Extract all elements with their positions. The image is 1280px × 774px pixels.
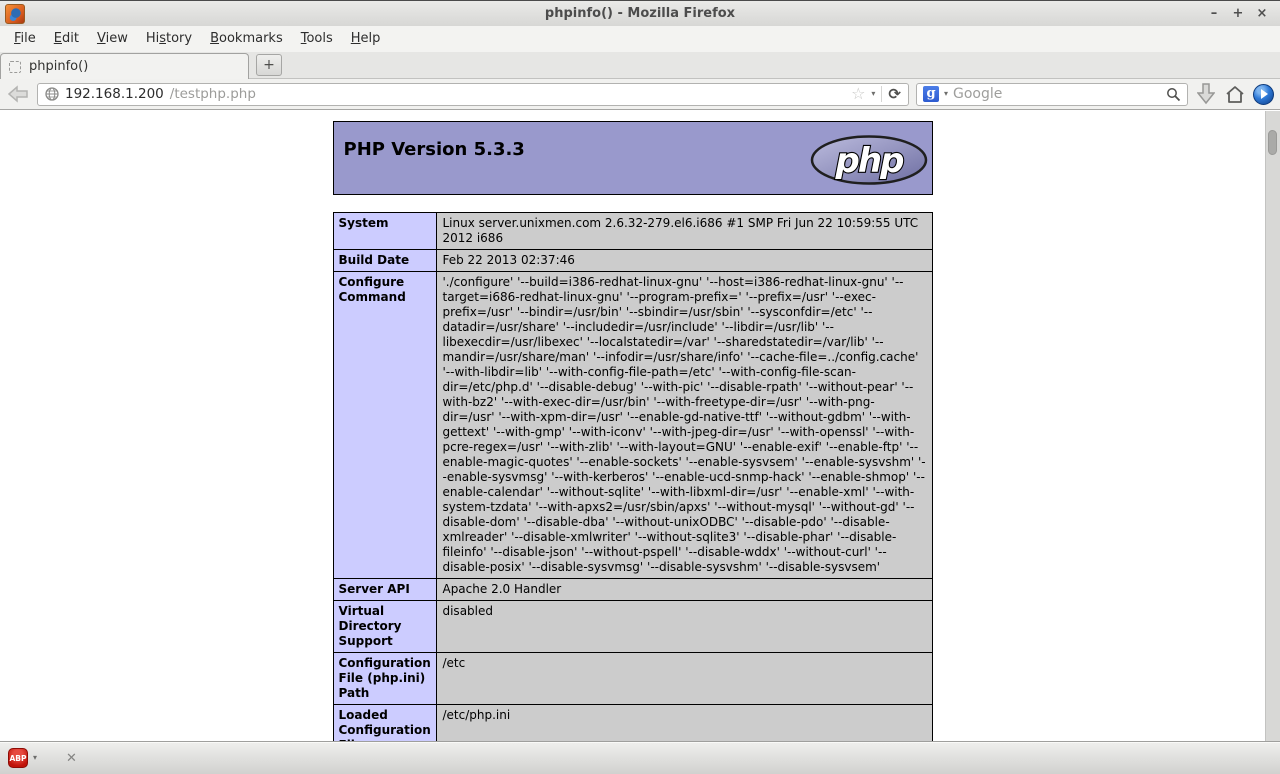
php-logo-text: php [834, 141, 904, 181]
table-row: Server APIApache 2.0 Handler [333, 579, 932, 601]
vertical-scrollbar[interactable] [1265, 111, 1280, 741]
menu-item-bookmarks[interactable]: Bookmarks [201, 26, 292, 52]
row-label: Virtual Directory Support [333, 601, 437, 653]
table-row: Configure Command'./configure' '--build=… [333, 272, 932, 579]
search-placeholder: Google [953, 86, 1002, 102]
tab-bar: phpinfo() + [0, 52, 1280, 79]
url-path-text: /testphp.php [170, 86, 256, 102]
ubuntu-start-button[interactable] [1253, 84, 1274, 105]
table-row: Configuration File (php.ini) Path/etc [333, 653, 932, 705]
back-button[interactable] [6, 82, 30, 106]
adblock-dropdown-icon[interactable]: ▾ [33, 754, 37, 762]
table-row: Virtual Directory Supportdisabled [333, 601, 932, 653]
google-favicon-icon[interactable]: g [923, 86, 939, 102]
menu-item-tools[interactable]: Tools [292, 26, 342, 52]
phpinfo-table: SystemLinux server.unixmen.com 2.6.32-27… [333, 212, 933, 741]
home-button[interactable] [1224, 82, 1246, 106]
downloads-button[interactable] [1195, 82, 1217, 106]
row-label: Build Date [333, 250, 437, 272]
scrollbar-thumb[interactable] [1268, 130, 1277, 155]
row-label: Configure Command [333, 272, 437, 579]
search-bar[interactable]: g ▾ Google [916, 83, 1188, 106]
firefox-app-icon [5, 4, 25, 24]
table-row: SystemLinux server.unixmen.com 2.6.32-27… [333, 213, 932, 250]
row-value: /etc/php.ini [437, 705, 932, 742]
table-row: Loaded Configuration File/etc/php.ini [333, 705, 932, 742]
reload-icon[interactable]: ⟳ [888, 87, 901, 102]
row-label: System [333, 213, 437, 250]
default-favicon-icon [9, 61, 21, 73]
url-bar[interactable]: 192.168.1.200/testphp.php ☆ ▾ ⟳ [37, 83, 909, 106]
row-label: Loaded Configuration File [333, 705, 437, 742]
url-dropdown-icon[interactable]: ▾ [871, 90, 875, 98]
new-tab-button[interactable]: + [256, 54, 282, 76]
tab-label: phpinfo() [29, 59, 88, 74]
url-host-text: 192.168.1.200 [65, 86, 164, 102]
back-arrow-icon [8, 85, 28, 103]
addonbar-close-icon[interactable]: ✕ [66, 751, 77, 766]
menu-bar: FileEditViewHistoryBookmarksToolsHelp [0, 26, 1280, 52]
menu-item-help[interactable]: Help [342, 26, 390, 52]
window-controls: – + × [1206, 2, 1280, 26]
navigation-toolbar: 192.168.1.200/testphp.php ☆ ▾ ⟳ g ▾ Goog… [0, 79, 1280, 110]
row-value: Feb 22 2013 02:37:46 [437, 250, 932, 272]
home-icon [1225, 85, 1245, 104]
download-arrow-icon [1197, 83, 1215, 105]
row-label: Server API [333, 579, 437, 601]
browser-viewport: PHP Version 5.3.3 php SystemLinux server… [0, 111, 1280, 741]
menu-item-file[interactable]: File [5, 26, 45, 52]
search-magnifier-icon[interactable] [1166, 87, 1181, 102]
tab-phpinfo[interactable]: phpinfo() [0, 53, 249, 79]
php-logo: php [810, 135, 928, 185]
bookmark-star-icon[interactable]: ☆ [851, 86, 865, 102]
adblock-plus-icon[interactable]: ABP [8, 748, 28, 768]
close-button[interactable]: × [1254, 2, 1270, 26]
maximize-button[interactable]: + [1230, 2, 1246, 26]
menu-item-edit[interactable]: Edit [45, 26, 88, 52]
play-arrow-icon [1261, 89, 1268, 99]
menu-item-history[interactable]: History [137, 26, 201, 52]
addon-bar: ABP ▾ ✕ [0, 741, 1280, 774]
row-label: Configuration File (php.ini) Path [333, 653, 437, 705]
row-value: './configure' '--build=i386-redhat-linux… [437, 272, 932, 579]
window-title: phpinfo() - Mozilla Firefox [0, 6, 1280, 21]
phpinfo-page: PHP Version 5.3.3 php SystemLinux server… [0, 111, 1265, 741]
minimize-button[interactable]: – [1206, 2, 1222, 26]
row-value: Apache 2.0 Handler [437, 579, 932, 601]
php-version-header: PHP Version 5.3.3 php [333, 121, 933, 195]
search-engine-dropdown-icon[interactable]: ▾ [944, 90, 948, 98]
menu-item-view[interactable]: View [88, 26, 137, 52]
row-value: /etc [437, 653, 932, 705]
row-value: Linux server.unixmen.com 2.6.32-279.el6.… [437, 213, 932, 250]
table-row: Build DateFeb 22 2013 02:37:46 [333, 250, 932, 272]
url-divider [881, 86, 882, 102]
row-value: disabled [437, 601, 932, 653]
title-bar: phpinfo() - Mozilla Firefox – + × [0, 0, 1280, 26]
globe-icon [45, 87, 59, 101]
